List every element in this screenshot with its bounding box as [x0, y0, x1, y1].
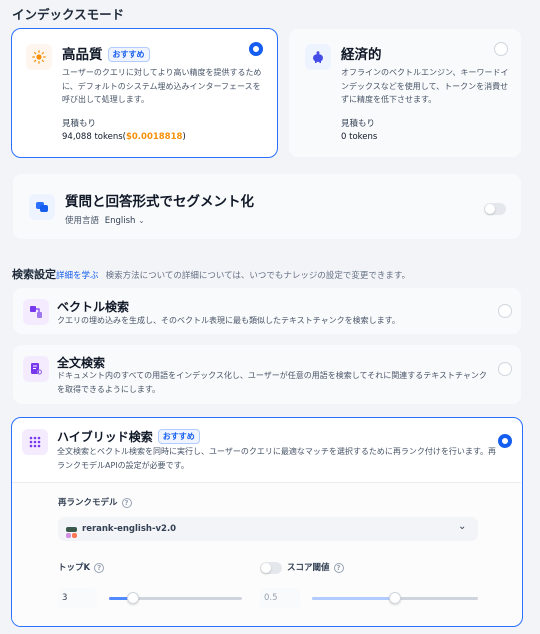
chevron-down-icon: ⌄	[138, 216, 145, 225]
high-quality-title-row: 高品質 おすすめ	[62, 43, 150, 63]
economy-card[interactable]: 経済的 オフラインのベクトルエンジン、キーワードインデックスなどを使用して、トー…	[288, 28, 522, 158]
score-threshold-label: スコア閾値	[287, 563, 330, 573]
retrieval-title: 検索設定	[12, 268, 56, 281]
learn-more-link[interactable]: 詳細を学ぶ	[56, 271, 99, 281]
hybrid-search-card[interactable]: ハイブリッド検索 おすすめ 全文検索とベクトル検索を同時に実行し、ユーザーのクエリ…	[11, 417, 523, 627]
qa-language-row[interactable]: 使用言語 English ⌄	[65, 214, 145, 226]
fulltext-search-desc: ドキュメント内のすべての用語をインデックス化し、ユーザーが任意の用語を検索してそ…	[57, 371, 487, 394]
rerank-model-value: rerank-english-v2.0	[82, 524, 177, 534]
score-threshold-toggle[interactable]	[260, 562, 282, 574]
score-threshold-input[interactable]: 0.5	[260, 588, 300, 608]
token-close: )	[182, 132, 186, 142]
high-quality-desc: ユーザーのクエリに対してより高い精度を提供するために、デフォルトのシステム埋め込…	[62, 68, 262, 104]
economy-estimate-label: 見積もり	[341, 119, 376, 129]
rerank-model-label: 再ランクモデル	[58, 498, 118, 508]
retrieval-header: 検索設定詳細を学ぶ 検索方法についての詳細については、いつでもナレッジの設定で変…	[12, 263, 410, 282]
index-mode-title: インデックスモード	[12, 7, 125, 22]
qa-segment-card: 質問と回答形式でセグメント化 使用言語 English ⌄	[12, 173, 522, 240]
qa-segment-title: 質問と回答形式でセグメント化	[65, 194, 254, 210]
high-quality-radio[interactable]	[249, 42, 263, 56]
rerank-label-row: 再ランクモデル?	[58, 496, 132, 508]
document-search-icon	[23, 356, 49, 382]
score-label-row: スコア閾値?	[287, 561, 344, 573]
high-quality-estimate-label: 見積もり	[62, 119, 97, 129]
high-quality-title: 高品質	[62, 47, 103, 63]
hybrid-title-row: ハイブリッド検索 おすすめ	[57, 428, 200, 445]
qa-language-value[interactable]: English	[105, 216, 136, 226]
topk-label: トップK	[58, 563, 91, 573]
recommended-badge: おすすめ	[107, 47, 150, 62]
topk-slider-thumb[interactable]	[127, 592, 139, 604]
retrieval-note: 検索方法についての詳細については、いつでもナレッジの設定で変更できます。	[105, 271, 411, 281]
vector-search-radio[interactable]	[498, 304, 512, 318]
token-count: 94,088 tokens(	[62, 132, 126, 142]
chat-bubble-icon	[29, 194, 55, 220]
hybrid-search-desc: 全文検索とベクトル検索を同時に実行し、ユーザーのクエリに最適なマッチを選択するた…	[57, 447, 497, 470]
help-icon[interactable]: ?	[121, 498, 132, 508]
economy-desc: オフラインのベクトルエンジン、キーワードインデックスなどを使用して、トークンを消…	[341, 68, 509, 104]
economy-estimate-value: 0 tokens	[341, 132, 378, 142]
token-price: $0.0018818	[125, 132, 183, 142]
topk-slider[interactable]	[109, 592, 242, 604]
cohere-logo-icon	[66, 523, 77, 538]
help-icon[interactable]: ?	[333, 563, 344, 573]
economy-title: 経済的	[341, 47, 382, 63]
vector-search-title: ベクトル検索	[57, 300, 130, 314]
chevron-down-icon: ⌄	[458, 521, 467, 532]
qa-segment-toggle[interactable]	[484, 203, 506, 215]
help-icon[interactable]: ?	[94, 563, 105, 573]
hybrid-recommended-badge: おすすめ	[157, 429, 200, 444]
hybrid-search-title: ハイブリッド検索	[57, 430, 153, 444]
hybrid-search-radio[interactable]	[498, 434, 512, 448]
rerank-model-select[interactable]: rerank-english-v2.0 ⌄	[58, 517, 478, 541]
piggy-bank-icon	[305, 44, 331, 70]
vector-search-card[interactable]: ベクトル検索 クエリの埋め込みを生成し、そのベクトル表現に最も類似したテキストチ…	[12, 287, 522, 335]
qa-language-label: 使用言語	[65, 216, 100, 226]
score-slider-thumb[interactable]	[389, 592, 401, 604]
grid-icon	[22, 429, 48, 455]
fulltext-search-card[interactable]: 全文検索 ドキュメント内のすべての用語をインデックス化し、ユーザーが任意の用語を…	[12, 344, 522, 405]
topk-label-row: トップK?	[58, 561, 105, 573]
topk-input[interactable]: 3	[58, 588, 98, 608]
vector-search-desc: クエリの埋め込みを生成し、そのベクトル表現に最も類似したテキストチャンクを検索し…	[57, 316, 400, 325]
high-quality-estimate-value: 94,088 tokens($0.0018818)	[62, 132, 186, 142]
sun-icon	[26, 44, 52, 70]
economy-radio[interactable]	[494, 42, 508, 56]
fulltext-search-radio[interactable]	[498, 362, 512, 376]
hybrid-settings-panel: 再ランクモデル? rerank-english-v2.0 ⌄ トップK? スコア…	[12, 482, 521, 626]
high-quality-card[interactable]: 高品質 おすすめ ユーザーのクエリに対してより高い精度を提供するために、デフォルト…	[11, 28, 278, 158]
score-slider-fill	[312, 597, 395, 600]
score-threshold-slider[interactable]	[312, 592, 478, 604]
vector-icon	[23, 299, 49, 325]
